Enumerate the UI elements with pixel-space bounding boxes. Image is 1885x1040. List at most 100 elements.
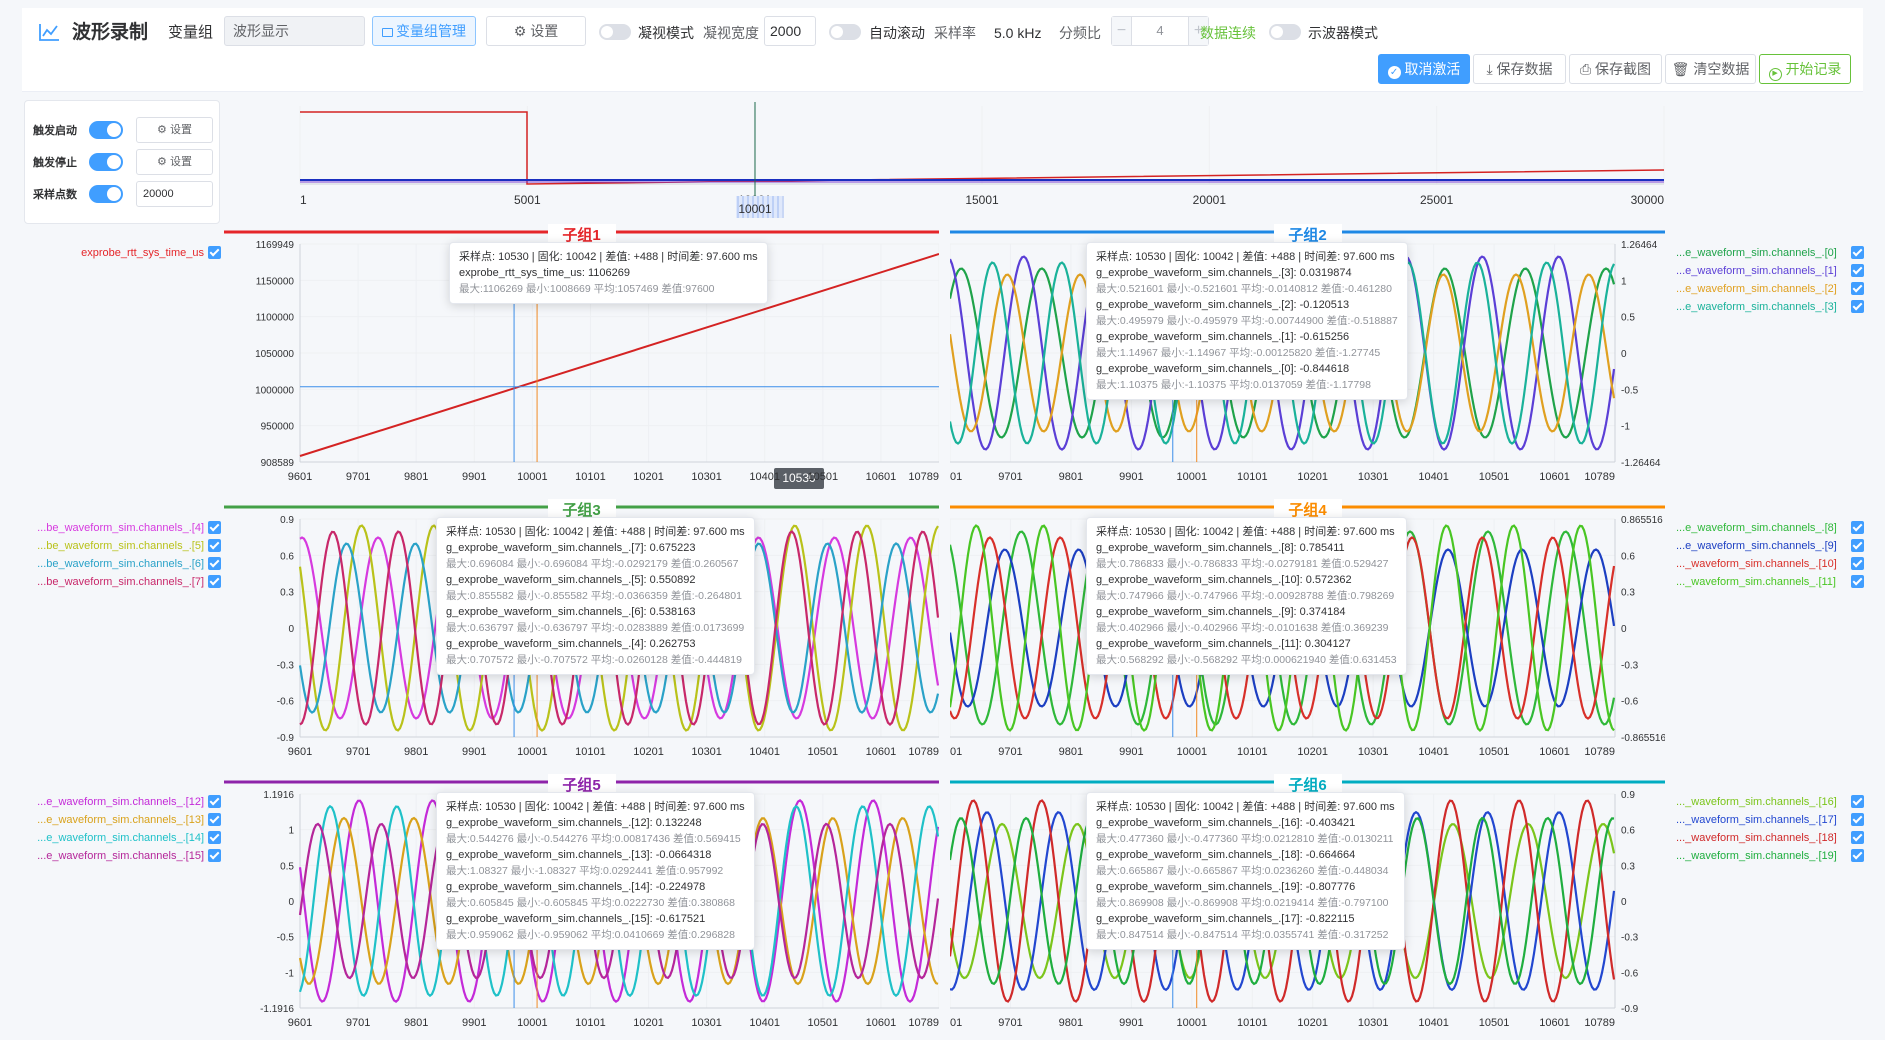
y-tick-label: 0 bbox=[288, 624, 294, 635]
trigger-stop-settings-button[interactable]: ⚙ 设置 bbox=[136, 149, 213, 175]
start-record-button[interactable]: ▶ 开始记录 bbox=[1759, 54, 1851, 84]
y-tick-label: 908589 bbox=[261, 458, 295, 469]
overview-cursor-label: 10001 bbox=[738, 202, 772, 216]
legend-checkbox[interactable] bbox=[1851, 849, 1864, 862]
group-select[interactable]: 波形显示 bbox=[224, 16, 365, 46]
overview-tick-label: 1 bbox=[300, 193, 307, 207]
x-tick-label: 9701 bbox=[346, 746, 370, 758]
clear-data-button[interactable]: 🗑 清空数据 bbox=[1665, 54, 1756, 84]
tooltip-series-value: g_exprobe_waveform_sim.channels_.[19]: -… bbox=[1096, 881, 1356, 893]
x-tick-label: 9601 bbox=[950, 471, 962, 483]
div-stepper[interactable]: − 4 + bbox=[1111, 16, 1209, 46]
tooltip-series-stats: 最大:0.959062 最小:-0.959062 平均:0.0410669 差值… bbox=[446, 929, 735, 941]
play-circle-icon: ▶ bbox=[1768, 68, 1782, 81]
tooltip-series-value: g_exprobe_waveform_sim.channels_.[9]: 0.… bbox=[1096, 606, 1346, 618]
peek-mode-switch[interactable] bbox=[599, 24, 631, 40]
trigger-stop-switch[interactable] bbox=[89, 153, 123, 171]
legend-checkbox[interactable] bbox=[1851, 831, 1864, 844]
trigger-stop-settings-label: 设置 bbox=[169, 156, 192, 168]
legend-checkbox[interactable] bbox=[1851, 521, 1864, 534]
y-tick-label: 1050000 bbox=[255, 349, 294, 360]
x-tick-label: 9601 bbox=[288, 1017, 312, 1029]
overview-chart[interactable]: 15001100011500120001250013000010001 bbox=[290, 100, 1690, 224]
legend-checkbox[interactable] bbox=[1851, 813, 1864, 826]
save-data-label: 保存数据 bbox=[1496, 61, 1553, 77]
x-tick-label: 9801 bbox=[1059, 746, 1083, 758]
data-tooltip: 采样点: 10530 | 固化: 10042 | 差值: +488 | 时间差:… bbox=[1086, 517, 1407, 675]
points-switch[interactable] bbox=[89, 185, 123, 203]
tooltip-series-value: g_exprobe_waveform_sim.channels_.[16]: -… bbox=[1096, 817, 1356, 829]
legend-item: ...be_waveform_sim.channels_.[4] bbox=[37, 522, 204, 534]
tooltip-series-value: g_exprobe_waveform_sim.channels_.[2]: -0… bbox=[1096, 299, 1350, 311]
y-tick-label: -1.1916 bbox=[260, 1004, 294, 1015]
legend-checkbox[interactable] bbox=[1851, 282, 1864, 295]
legend-item: ..._waveform_sim.channels_.[10] bbox=[1676, 558, 1837, 570]
tooltip-series-stats: 最大:0.636797 最小:-0.636797 平均:-0.0283889 差… bbox=[446, 622, 745, 634]
trigger-start-settings-button[interactable]: ⚙ 设置 bbox=[136, 117, 213, 143]
x-tick-label: 10101 bbox=[1237, 471, 1268, 483]
x-tick-label: 9901 bbox=[462, 471, 486, 483]
legend-item: ..._waveform_sim.channels_.[19] bbox=[1676, 850, 1837, 862]
legend-checkbox[interactable] bbox=[208, 831, 221, 844]
data-tooltip: 采样点: 10530 | 固化: 10042 | 差值: +488 | 时间差:… bbox=[1086, 242, 1408, 400]
legend-checkbox[interactable] bbox=[1851, 795, 1864, 808]
y-tick-label: -1.26464 bbox=[1621, 458, 1661, 469]
peek-width-input[interactable]: 2000 bbox=[764, 16, 816, 46]
legend-checkbox[interactable] bbox=[208, 795, 221, 808]
x-tick-label: 10789 bbox=[908, 1017, 939, 1029]
legend-checkbox[interactable] bbox=[1851, 557, 1864, 570]
legend-checkbox[interactable] bbox=[208, 557, 221, 570]
legend-checkbox[interactable] bbox=[208, 575, 221, 588]
legend-checkbox[interactable] bbox=[1851, 300, 1864, 313]
auto-scroll-switch[interactable] bbox=[829, 24, 861, 40]
div-label: 分频比 bbox=[1059, 25, 1101, 41]
points-input[interactable]: 20000 bbox=[136, 181, 213, 207]
legend-checkbox[interactable] bbox=[1851, 246, 1864, 259]
points-label: 采样点数 bbox=[33, 189, 77, 201]
legend-checkbox[interactable] bbox=[208, 813, 221, 826]
tooltip-series-stats: 最大:1106269 最小:1008669 平均:1057469 差值:9760… bbox=[459, 283, 715, 295]
y-tick-label: 1.26464 bbox=[1621, 240, 1658, 251]
scope-mode-label: 示波器模式 bbox=[1308, 25, 1378, 41]
tooltip-series-stats: 最大:0.605845 最小:-0.605845 平均:0.0222730 差值… bbox=[446, 897, 735, 909]
tooltip-series-stats: 最大:0.568292 最小:-0.568292 平均:0.000621940 … bbox=[1096, 654, 1397, 666]
x-tick-label: 10501 bbox=[808, 1017, 839, 1029]
y-tick-label: -0.3 bbox=[1621, 933, 1639, 944]
tooltip-series-value: g_exprobe_waveform_sim.channels_.[1]: -0… bbox=[1096, 331, 1350, 343]
save-screenshot-button[interactable]: ⎙ 保存截图 bbox=[1569, 54, 1662, 84]
x-tick-label: 10789 bbox=[1584, 471, 1615, 483]
x-tick-label: 10401 bbox=[1418, 746, 1449, 758]
tooltip-series-value: g_exprobe_waveform_sim.channels_.[3]: 0.… bbox=[1096, 267, 1352, 279]
manage-groups-button[interactable]: 变量组管理 bbox=[372, 16, 476, 46]
legend-checkbox[interactable] bbox=[1851, 539, 1864, 552]
tooltip-series-stats: 最大:1.10375 最小:-1.10375 平均:0.0137059 差值:-… bbox=[1096, 379, 1371, 391]
y-tick-label: 0 bbox=[1621, 897, 1627, 908]
x-tick-label: 10501 bbox=[808, 471, 839, 483]
tooltip-series-value: g_exprobe_waveform_sim.channels_.[6]: 0.… bbox=[446, 606, 696, 618]
start-record-label: 开始记录 bbox=[1785, 61, 1842, 77]
y-tick-label: 1.1916 bbox=[263, 790, 294, 801]
legend-checkbox[interactable] bbox=[208, 849, 221, 862]
x-tick-label: 10301 bbox=[691, 746, 722, 758]
legend-checkbox[interactable] bbox=[1851, 264, 1864, 277]
settings-button[interactable]: ⚙ 设置 bbox=[486, 16, 586, 46]
legend-checkbox[interactable] bbox=[208, 246, 221, 259]
scope-mode-switch[interactable] bbox=[1269, 24, 1301, 40]
x-tick-label: 10001 bbox=[1177, 471, 1208, 483]
cancel-activate-label: 取消激活 bbox=[1404, 61, 1461, 77]
tooltip-series-stats: 最大:1.14967 最小:-1.14967 平均:-0.00125820 差值… bbox=[1096, 347, 1381, 359]
trash-icon: 🗑 bbox=[1671, 61, 1690, 77]
x-tick-label: 10601 bbox=[1539, 471, 1570, 483]
x-tick-label: 10601 bbox=[1539, 1017, 1570, 1029]
trigger-start-switch[interactable] bbox=[89, 121, 123, 139]
x-tick-label: 10001 bbox=[517, 1017, 548, 1029]
x-tick-label: 10601 bbox=[866, 746, 897, 758]
minus-icon[interactable]: − bbox=[1112, 17, 1132, 45]
clear-data-label: 清空数据 bbox=[1693, 61, 1750, 77]
legend-checkbox[interactable] bbox=[1851, 575, 1864, 588]
tooltip-series-value: g_exprobe_waveform_sim.channels_.[12]: 0… bbox=[446, 817, 702, 829]
save-data-button[interactable]: ⤓ 保存数据 bbox=[1473, 54, 1566, 84]
cancel-activate-button[interactable]: ✓ 取消激活 bbox=[1378, 54, 1470, 84]
legend-checkbox[interactable] bbox=[208, 539, 221, 552]
legend-checkbox[interactable] bbox=[208, 521, 221, 534]
